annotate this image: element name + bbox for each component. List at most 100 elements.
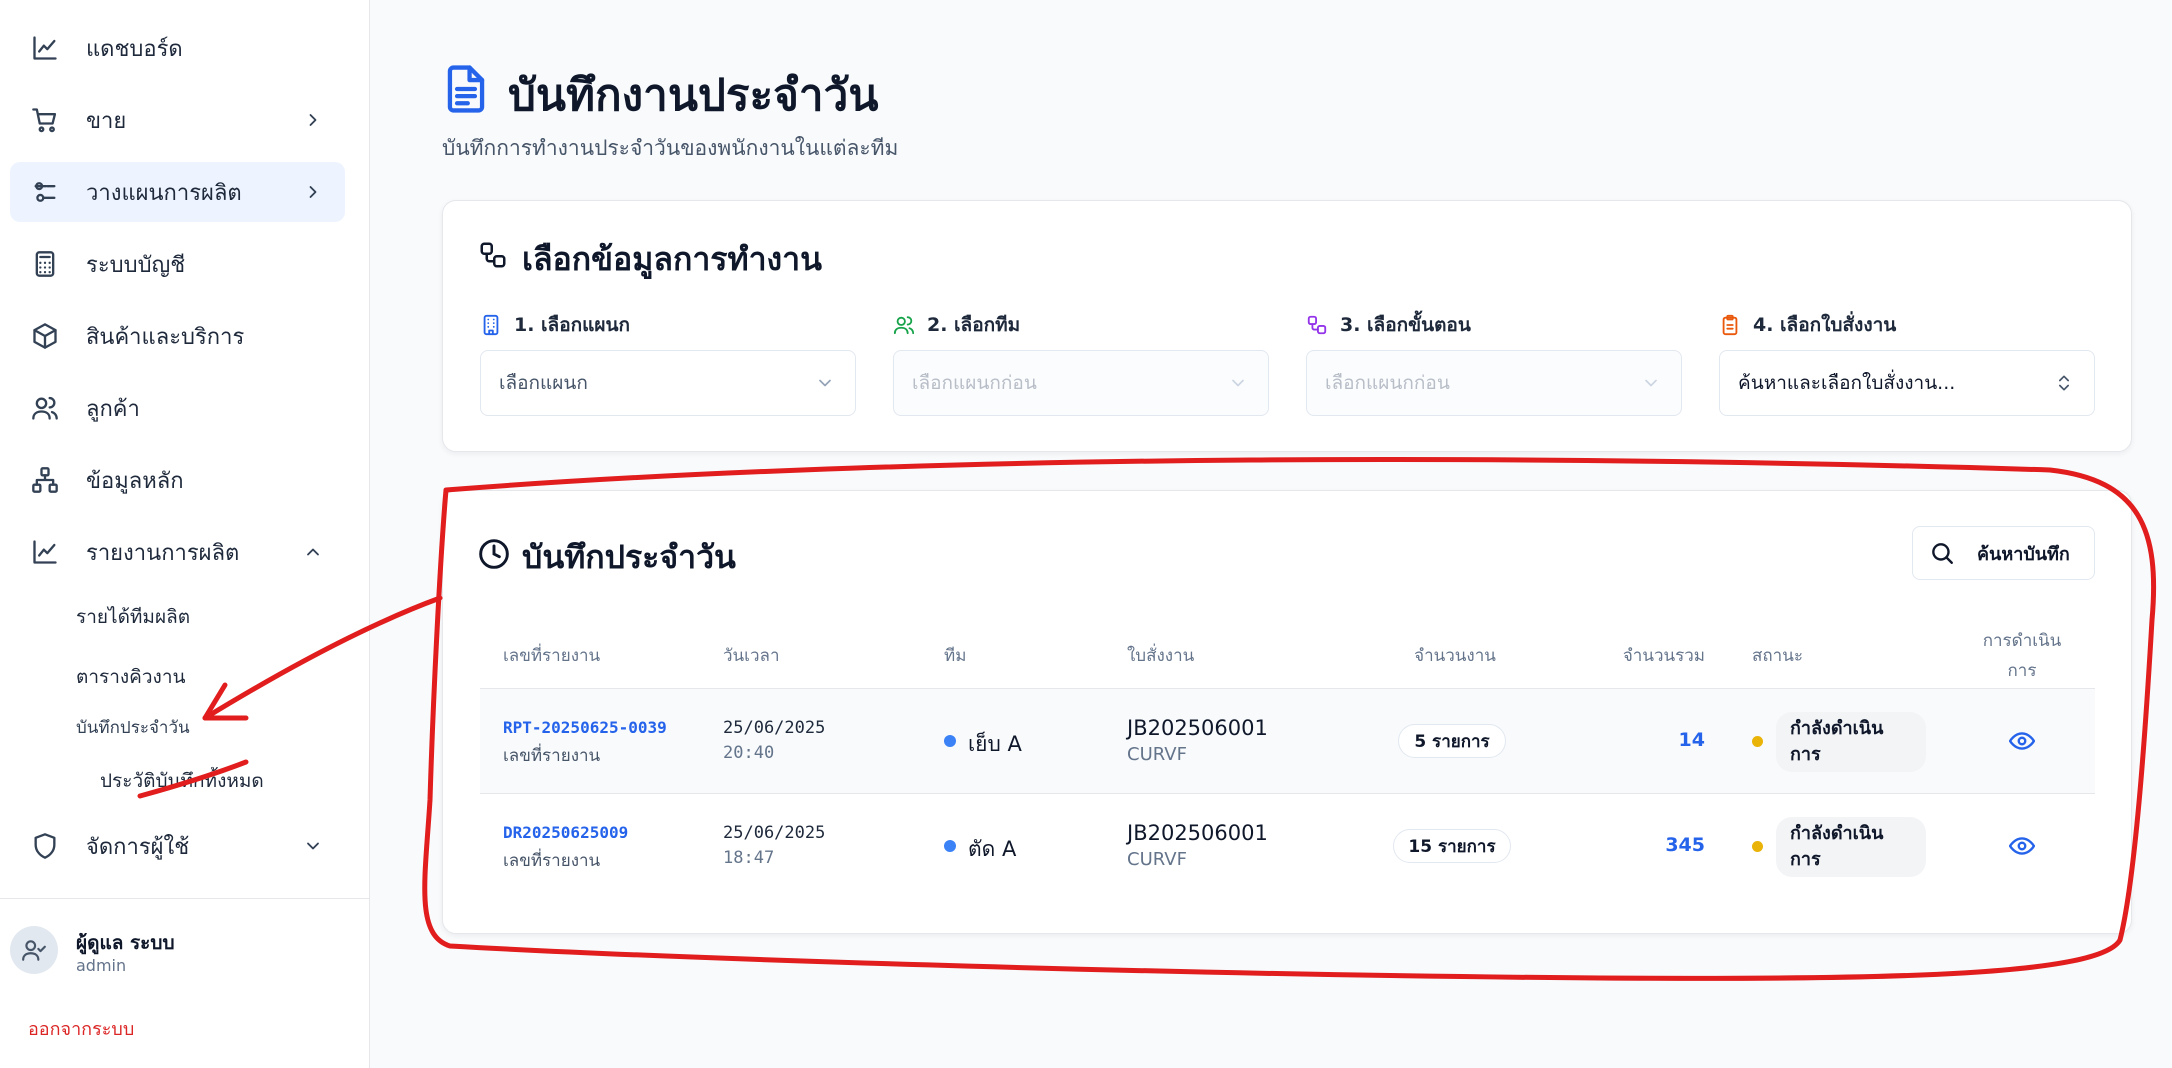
sidebar-item-sales[interactable]: ขาย (10, 90, 345, 150)
sidebar-item-label: ระบบบัญชี (86, 252, 186, 278)
job-order-label: 4. เลือกใบสั่งงาน (1719, 310, 1896, 340)
logout-link[interactable]: ออกจากระบบ (28, 1014, 134, 1043)
sidebar-divider (0, 898, 370, 899)
building-icon (483, 314, 499, 336)
team-label: 2. เลือกทีม (893, 310, 1020, 340)
job-order-sub: CURVF (1127, 849, 1187, 870)
shopping-cart-icon (30, 105, 60, 135)
sidebar-item-production-report[interactable]: รายงานการผลิต (10, 522, 345, 582)
sidebar-item-label: แดชบอร์ด (86, 36, 183, 62)
users-icon (30, 393, 60, 423)
chevron-down-icon (1228, 373, 1248, 393)
item-count-badge: 5 รายการ (1398, 724, 1506, 758)
job-order-combobox[interactable]: ค้นหาและเลือกใบสั่งงาน... (1719, 350, 2095, 416)
chart-line-icon (30, 33, 60, 63)
view-icon[interactable] (2008, 728, 2036, 754)
page-title: บันทึกงานประจำวัน (508, 70, 879, 121)
selection-card-title: เลือกข้อมูลการทำงาน (522, 240, 822, 278)
column-header: วันเวลา (723, 646, 780, 666)
team-name: ตัด A (968, 837, 1017, 861)
calculator-icon (30, 249, 60, 279)
step-select[interactable]: เลือกแผนกก่อน (1306, 350, 1682, 416)
user-name: ผู้ดูแล ระบบ (76, 932, 175, 954)
sidebar-item-accounting[interactable]: ระบบบัญชี (10, 234, 345, 294)
chevron-down-icon (1641, 373, 1661, 393)
sidebar-item-products[interactable]: สินค้าและบริการ (10, 306, 345, 366)
sidebar-item-production-planning[interactable]: วางแผนการผลิต (10, 162, 345, 222)
search-icon (1932, 543, 1953, 564)
avatar[interactable] (10, 926, 58, 974)
column-header: จำนวนงาน (1414, 646, 1496, 666)
chevron-right-icon (303, 110, 323, 130)
sidebar-subitem-all-history[interactable]: ประวัติบันทึกทั้งหมด (100, 766, 264, 796)
sidebar-item-label: จัดการผู้ใช้ (86, 834, 190, 860)
status-badge: กำลังดำเนินการ (1776, 817, 1926, 877)
column-header: การดำเนินการ (1982, 631, 2062, 681)
user-role: admin (76, 956, 127, 975)
search-log-button[interactable]: ค้นหาบันทึก (1912, 526, 2095, 580)
chevron-down-icon (303, 836, 323, 856)
report-date: 25/06/2025 (723, 718, 826, 738)
department-select[interactable]: เลือกแผนก (480, 350, 856, 416)
report-time: 20:40 (723, 743, 775, 763)
network-icon (30, 465, 60, 495)
sidebar-item-label: รายงานการผลิต (86, 540, 240, 566)
report-date: 25/06/2025 (723, 823, 826, 843)
team-dot (944, 735, 956, 747)
sidebar-item-dashboard[interactable]: แดชบอร์ด (10, 18, 345, 78)
column-header: จำนวนรวม (1622, 646, 1705, 666)
sidebar-item-label: ลูกค้า (86, 396, 140, 422)
department-label: 1. เลือกแผนก (480, 310, 630, 340)
chevron-down-icon (815, 373, 835, 393)
daily-log-title: บันทึกประจำวัน (522, 538, 736, 576)
user-check-icon (22, 940, 46, 961)
sidebar-item-customers[interactable]: ลูกค้า (10, 378, 345, 438)
sidebar-subitem-daily-log[interactable]: บันทึกประจำวัน (76, 714, 190, 741)
sidebar-item-label: ข้อมูลหลัก (86, 468, 184, 494)
sidebar-item-label: วางแผนการผลิต (86, 180, 242, 206)
team-name: เย็บ A (968, 732, 1022, 756)
sliders-icon (30, 177, 60, 207)
sidebar-item-master-data[interactable]: ข้อมูลหลัก (10, 450, 345, 510)
report-number[interactable]: DR20250625009 (503, 823, 628, 842)
total-quantity: 14 (1678, 729, 1705, 751)
report-number[interactable]: RPT-20250625-0039 (503, 718, 667, 737)
step-label: 3. เลือกขั้นตอน (1306, 310, 1471, 340)
chevron-up-icon (303, 542, 323, 562)
clipboard-icon (1722, 314, 1738, 336)
chevron-right-icon (303, 182, 323, 202)
page-subtitle: บันทึกการทำงานประจำวันของพนักงานในแต่ละท… (442, 136, 899, 160)
item-count-badge: 15 รายการ (1393, 829, 1511, 863)
column-header: เลขที่รายงาน (503, 646, 601, 666)
sidebar: แดชบอร์ด ขาย วางแผนการผลิต ระบบบัญชี สิน… (0, 0, 370, 1068)
report-number-caption: เลขที่รายงาน (503, 746, 601, 766)
column-header: ทีม (944, 646, 967, 666)
package-icon (30, 321, 60, 351)
job-order-sub: CURVF (1127, 744, 1187, 765)
team-dot (944, 840, 956, 852)
report-number-caption: เลขที่รายงาน (503, 851, 601, 871)
status-badge: กำลังดำเนินการ (1776, 712, 1926, 772)
sidebar-item-label: สินค้าและบริการ (86, 324, 245, 350)
shield-icon (30, 831, 60, 861)
status-dot (1752, 736, 1763, 747)
table-divider (480, 793, 2095, 794)
users-icon (893, 316, 915, 335)
sidebar-item-label: ขาย (86, 108, 127, 134)
column-header: ใบสั่งงาน (1127, 646, 1195, 666)
file-text-icon (444, 64, 488, 114)
chart-line-icon (30, 537, 60, 567)
sidebar-item-user-management[interactable]: จัดการผู้ใช้ (10, 816, 345, 876)
status-dot (1752, 841, 1763, 852)
team-select[interactable]: เลือกแผนกก่อน (893, 350, 1269, 416)
workflow-icon (478, 240, 508, 270)
workflow-icon (1307, 315, 1327, 335)
chevrons-up-down-icon (2054, 373, 2074, 393)
sidebar-subitem-job-queue[interactable]: ตารางคิวงาน (76, 662, 185, 692)
clock-icon (478, 538, 510, 570)
view-icon[interactable] (2008, 833, 2036, 859)
job-order: JB202506001 (1127, 821, 1268, 845)
column-header: สถานะ (1752, 646, 1803, 666)
job-order: JB202506001 (1127, 716, 1268, 740)
sidebar-subitem-team-income[interactable]: รายได้ทีมผลิต (76, 602, 190, 632)
